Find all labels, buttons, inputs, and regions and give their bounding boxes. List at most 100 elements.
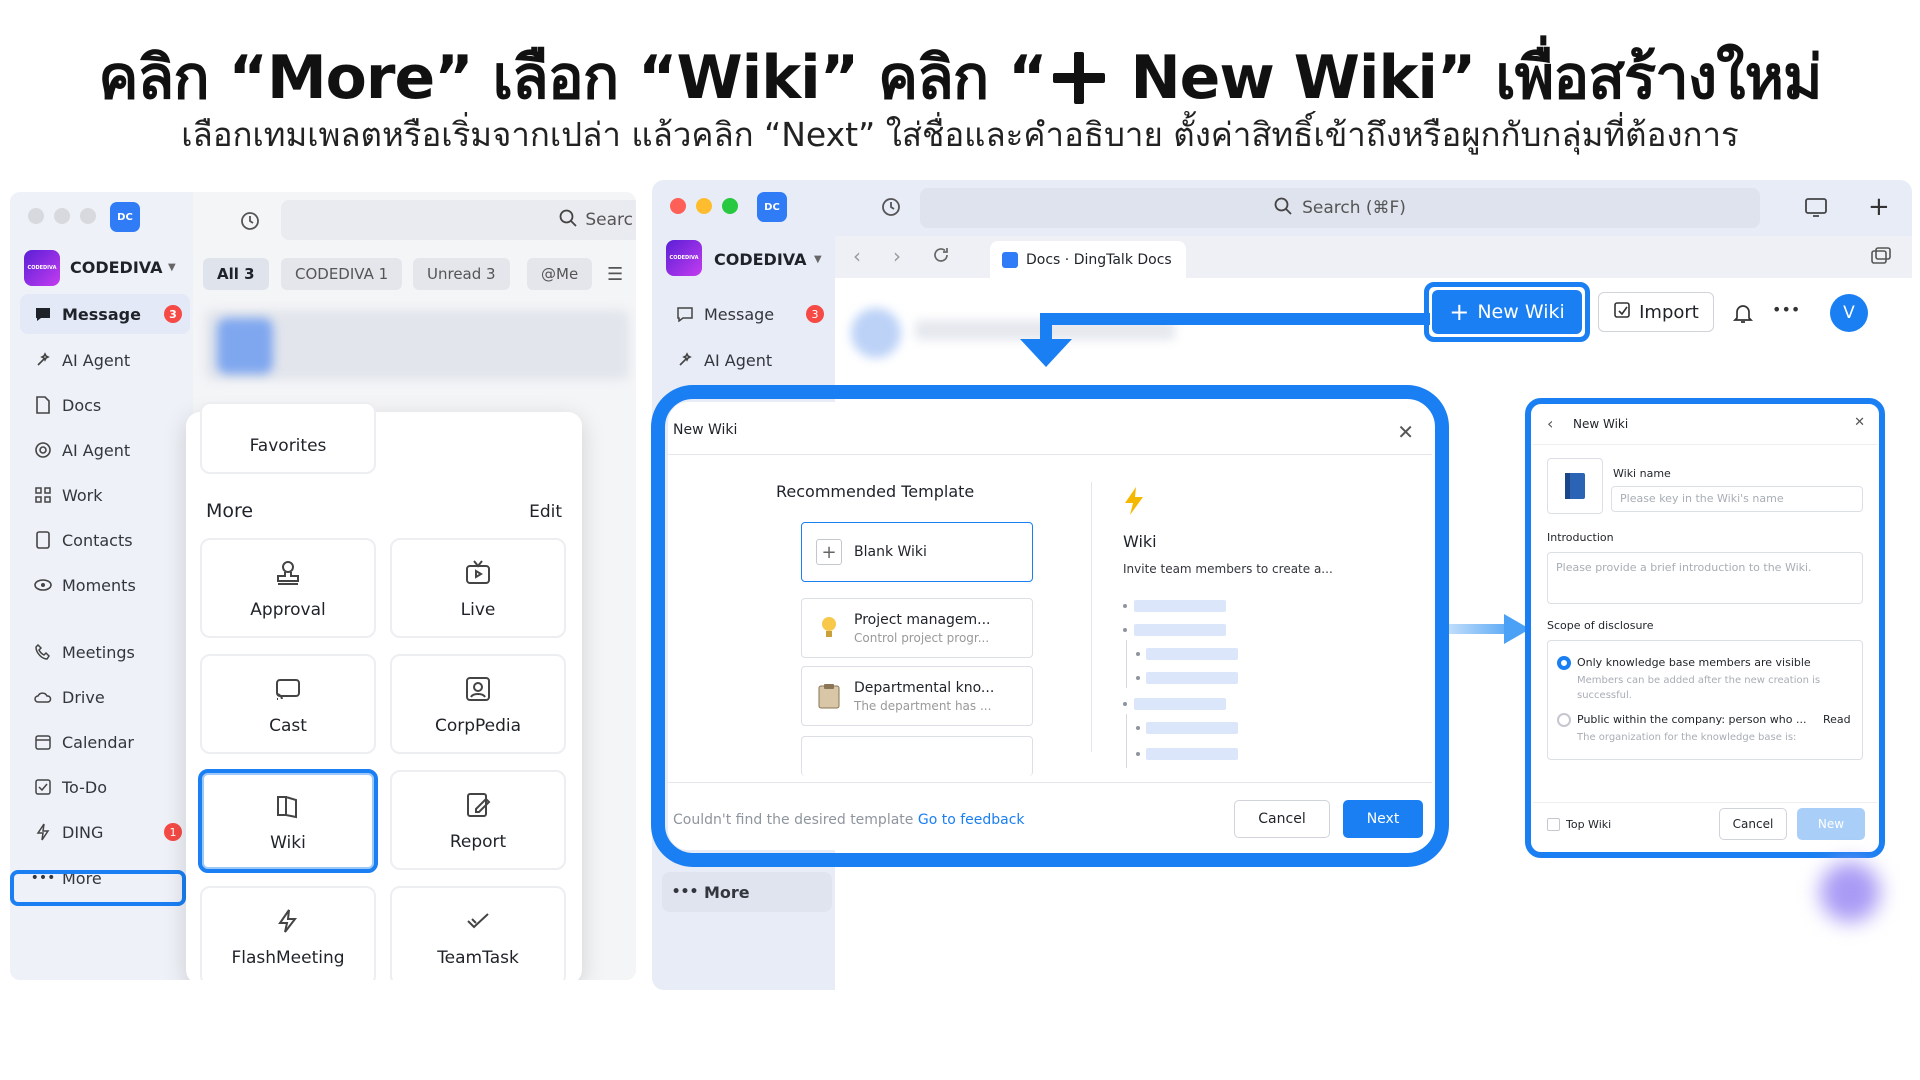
close-icon[interactable]: ✕ xyxy=(1854,415,1865,430)
option-members-only[interactable]: Only knowledge base members are visible xyxy=(1577,656,1811,669)
org-name[interactable]: CODEDIVA xyxy=(714,250,806,269)
chip-mention[interactable]: @Me xyxy=(527,258,593,290)
feedback-link[interactable]: Go to feedback xyxy=(918,812,1025,828)
tile-favorites[interactable]: Favorites xyxy=(200,402,376,474)
import-icon xyxy=(1613,301,1631,324)
radio-members-only[interactable] xyxy=(1557,656,1571,670)
tile-teamtask[interactable]: TeamTask xyxy=(390,886,566,980)
tile-wiki[interactable]: Wiki xyxy=(198,769,378,873)
cancel-button[interactable]: Cancel xyxy=(1234,800,1330,838)
tile-approval[interactable]: Approval xyxy=(200,538,376,638)
eye-icon xyxy=(32,574,54,596)
search-placeholder: Search (⌘F) xyxy=(1302,198,1406,218)
nav-item-message[interactable]: Message 3 xyxy=(20,294,190,334)
nav-item-ai-agent[interactable]: AI Agent xyxy=(20,340,190,380)
screen-icon[interactable] xyxy=(1804,196,1828,222)
app-badge[interactable]: DC xyxy=(110,202,140,232)
outline-bar xyxy=(1146,722,1238,734)
chevron-down-icon[interactable]: ▼ xyxy=(814,254,822,265)
nav-item-work[interactable]: Work xyxy=(20,475,190,515)
menu-icon[interactable]: ☰ xyxy=(607,264,623,285)
option-public-company[interactable]: Public within the company: person who ..… xyxy=(1577,713,1806,726)
more-options-icon[interactable]: ••• xyxy=(1772,300,1800,319)
new-wiki-dialog: New Wiki ✕ Recommended Template + Blank … xyxy=(668,402,1432,850)
outline-bar xyxy=(1134,624,1226,636)
back-icon[interactable]: ‹ xyxy=(1547,414,1553,433)
cancel-button[interactable]: Cancel xyxy=(1719,808,1787,840)
close-icon[interactable]: ✕ xyxy=(1397,420,1414,444)
app-badge[interactable]: DC xyxy=(757,192,787,222)
nav-item-ai-agent-2[interactable]: AI Agent xyxy=(20,430,190,470)
portrait-icon xyxy=(461,672,495,706)
history-icon[interactable] xyxy=(880,196,902,222)
outline-bar xyxy=(1134,600,1226,612)
import-button[interactable]: Import xyxy=(1598,292,1714,332)
external-window-icon[interactable] xyxy=(1870,246,1892,270)
nav-label: To-Do xyxy=(62,777,108,797)
wiki-cover[interactable] xyxy=(1547,458,1603,514)
plus-icon xyxy=(1052,52,1105,104)
new-button[interactable]: New xyxy=(1797,808,1865,840)
chevron-down-icon[interactable]: ▼ xyxy=(168,262,176,273)
search-bar[interactable]: Searc xyxy=(281,200,636,240)
nav-item-ding[interactable]: DING 1 xyxy=(20,812,190,852)
nav-item-drive[interactable]: Drive xyxy=(20,677,190,717)
divider xyxy=(1533,802,1877,803)
refresh-icon[interactable] xyxy=(931,245,951,269)
zoom-dot-icon[interactable] xyxy=(80,208,96,224)
top-wiki-checkbox[interactable] xyxy=(1547,818,1560,831)
wiki-name-input[interactable]: Please key in the Wiki's name xyxy=(1611,486,1863,512)
tile-report[interactable]: Report xyxy=(390,770,566,870)
minimize-dot-icon[interactable] xyxy=(54,208,70,224)
next-button[interactable]: Next xyxy=(1343,800,1423,838)
nav-item-todo[interactable]: To-Do xyxy=(20,767,190,807)
intro-textarea[interactable]: Please provide a brief introduction to t… xyxy=(1547,552,1863,604)
headline-part1: คลิก “More” เลือก “Wiki” คลิก “ xyxy=(98,43,1047,113)
minimize-dot-icon[interactable] xyxy=(696,198,712,214)
nav-item-meetings[interactable]: Meetings xyxy=(20,632,190,672)
nav-item-message[interactable]: Message 3 xyxy=(662,294,832,334)
nav-item-ai-agent[interactable]: AI Agent xyxy=(662,340,832,380)
read-permission[interactable]: Read xyxy=(1823,713,1851,726)
template-blank-wiki[interactable]: + Blank Wiki xyxy=(801,522,1033,582)
unread-badge: 1 xyxy=(164,823,182,841)
close-dot-icon[interactable] xyxy=(28,208,44,224)
template-departmental-knowledge[interactable]: Departmental kno... The department has ..… xyxy=(801,666,1033,726)
zoom-dot-icon[interactable] xyxy=(722,198,738,214)
history-icon[interactable] xyxy=(239,210,261,236)
new-wiki-button[interactable]: + New Wiki xyxy=(1432,290,1582,334)
unread-badge: 3 xyxy=(806,305,824,323)
chip-all[interactable]: All 3 xyxy=(203,258,269,290)
placeholder: Please provide a brief introduction to t… xyxy=(1556,561,1812,574)
nav-item-moments[interactable]: Moments xyxy=(20,565,190,605)
close-dot-icon[interactable] xyxy=(670,198,686,214)
tile-cast[interactable]: Cast xyxy=(200,654,376,754)
nav-item-more[interactable]: ••• More xyxy=(662,872,832,912)
tile-live[interactable]: Live xyxy=(390,538,566,638)
user-avatar[interactable]: V xyxy=(1830,294,1868,332)
forward-icon[interactable]: › xyxy=(893,244,901,268)
tile-corppedia[interactable]: CorpPedia xyxy=(390,654,566,754)
tile-label: Favorites xyxy=(249,436,327,456)
tile-flashmeeting[interactable]: FlashMeeting xyxy=(200,886,376,980)
window-controls[interactable] xyxy=(28,208,96,224)
bell-icon[interactable] xyxy=(1732,302,1754,328)
add-icon[interactable]: + xyxy=(1868,192,1890,222)
chip-unread[interactable]: Unread 3 xyxy=(413,258,510,290)
org-name[interactable]: CODEDIVA xyxy=(70,258,162,277)
nav-item-calendar[interactable]: Calendar xyxy=(20,722,190,762)
nav-item-contacts[interactable]: Contacts xyxy=(20,520,190,560)
nav-item-docs[interactable]: Docs xyxy=(20,385,190,425)
back-icon[interactable]: ‹ xyxy=(853,244,861,268)
tab-docs[interactable]: Docs · DingTalk Docs xyxy=(990,241,1186,278)
window-controls[interactable] xyxy=(670,198,738,214)
template-project-management[interactable]: Project managem... Control project progr.… xyxy=(801,598,1033,658)
chip-codediva[interactable]: CODEDIVA 1 xyxy=(281,258,403,290)
top-wiki-label[interactable]: Top Wiki xyxy=(1566,818,1611,831)
headline-part2: New Wiki” เพื่อสร้างใหม่ xyxy=(1110,43,1822,113)
radio-public-company[interactable] xyxy=(1557,713,1571,727)
template-item[interactable] xyxy=(801,736,1033,776)
outline-bar xyxy=(1146,672,1238,684)
search-bar[interactable]: Search (⌘F) xyxy=(920,188,1760,228)
edit-link[interactable]: Edit xyxy=(529,502,562,522)
